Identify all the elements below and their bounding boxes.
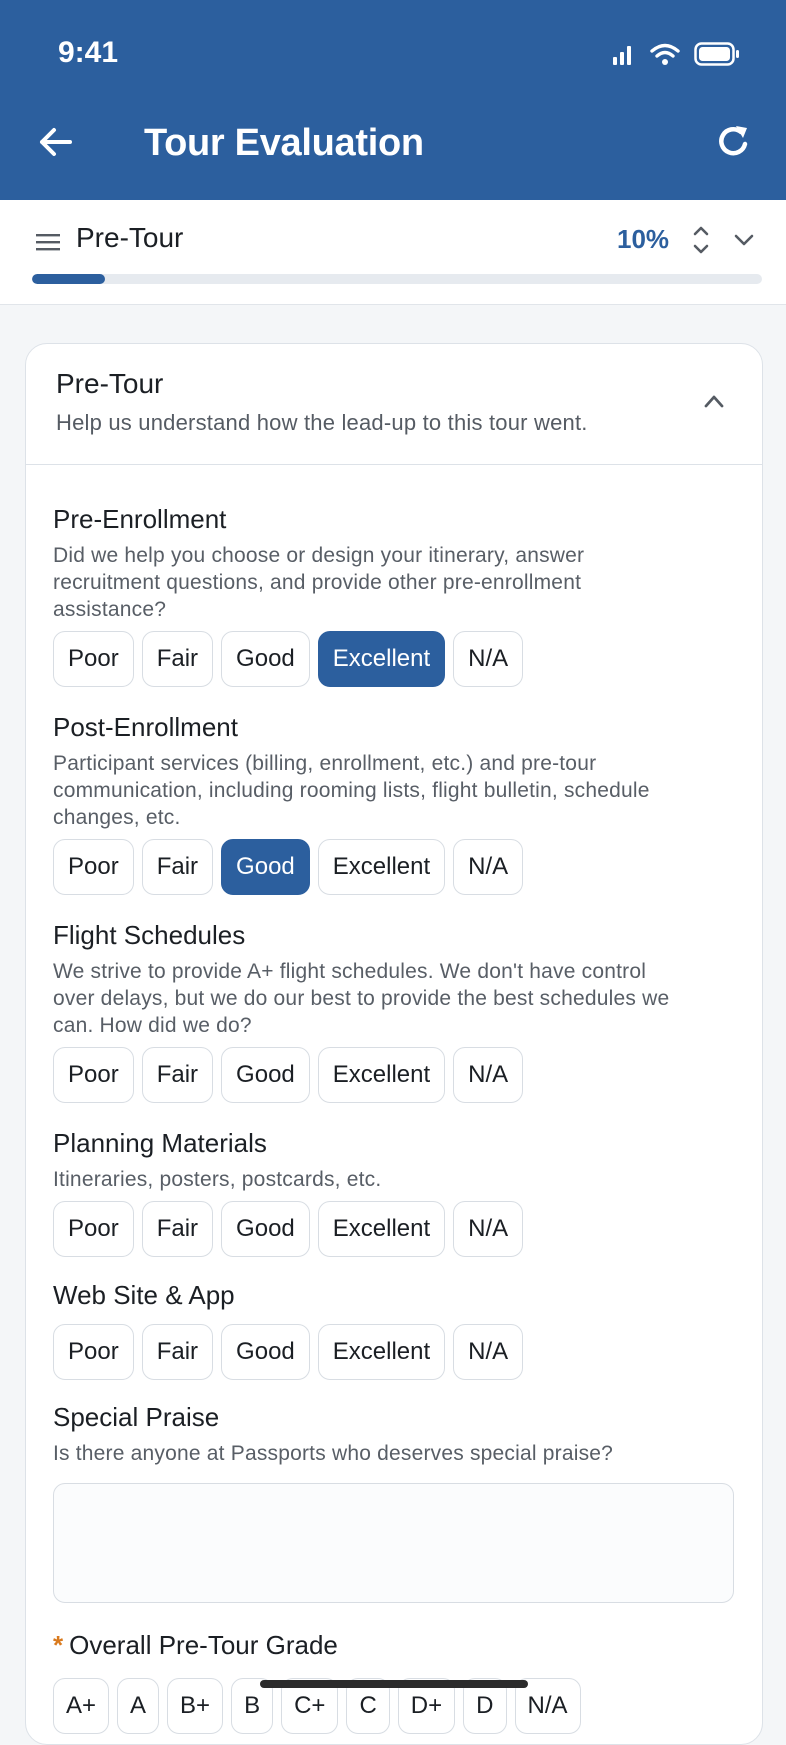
question-description: Itineraries, posters, postcards, etc.: [53, 1166, 743, 1193]
question-title: Post-Enrollment: [53, 712, 238, 742]
rating-option-good[interactable]: Good: [221, 1047, 310, 1103]
rating-options: Poor Fair Good Excellent N/A: [53, 1047, 743, 1103]
special-praise-section: Special Praise Is there anyone at Passpo…: [53, 1400, 743, 1608]
rating-option-poor[interactable]: Poor: [53, 839, 134, 895]
grade-option-aplus[interactable]: A+: [53, 1678, 110, 1734]
question-description-line: We strive to provide A+ flight schedules…: [53, 960, 647, 983]
rating-option-fair[interactable]: Fair: [141, 631, 214, 687]
progress-bar: [32, 274, 762, 284]
question-description-line: Did we help you choose or design your it…: [53, 544, 585, 567]
question-description-line: assistance?: [53, 598, 167, 621]
question-description-line: Participant services (billing, enrollmen…: [53, 752, 597, 775]
question-description: Participant services (billing, enrollmen…: [53, 750, 743, 831]
praise-title: Special Praise: [53, 1402, 220, 1432]
rating-options: Poor Fair Good Excellent N/A: [53, 1324, 743, 1380]
question-description: We strive to provide A+ flight schedules…: [53, 958, 743, 1039]
current-section-name[interactable]: Pre-Tour: [76, 222, 183, 254]
rating-option-poor[interactable]: Poor: [53, 1201, 134, 1257]
rating-option-excellent[interactable]: Excellent: [317, 839, 446, 895]
card-header[interactable]: Pre-Tour Help us understand how the lead…: [26, 344, 762, 465]
status-icons: [612, 42, 740, 66]
question-description-line: can. How did we do?: [53, 1014, 252, 1037]
rating-option-good[interactable]: Good: [221, 839, 310, 895]
menu-icon[interactable]: [34, 228, 62, 256]
card-title: Pre-Tour: [56, 368, 164, 399]
question-title: Web Site & App: [53, 1280, 235, 1310]
rating-option-excellent[interactable]: Excellent: [317, 1324, 446, 1380]
special-praise-input[interactable]: [53, 1483, 734, 1603]
pre-tour-card: Pre-Tour Help us understand how the lead…: [25, 343, 763, 1745]
back-arrow-icon[interactable]: [36, 122, 76, 162]
rating-options: Poor Fair Good Excellent N/A: [53, 839, 743, 895]
rating-options: Poor Fair Good Excellent N/A: [53, 1201, 743, 1257]
progress-percent: 10%: [617, 224, 670, 254]
praise-description: Is there anyone at Passports who deserve…: [53, 1442, 614, 1465]
rating-option-poor[interactable]: Poor: [53, 1047, 134, 1103]
rating-option-excellent[interactable]: Excellent: [317, 1201, 446, 1257]
required-marker: *: [53, 1630, 64, 1660]
rating-option-fair[interactable]: Fair: [141, 1201, 214, 1257]
rating-option-fair[interactable]: Fair: [141, 1047, 214, 1103]
rating-option-fair[interactable]: Fair: [141, 839, 214, 895]
rating-option-good[interactable]: Good: [221, 1201, 310, 1257]
question-description-line: over delays, but we do our best to provi…: [53, 987, 670, 1010]
battery-icon: [694, 42, 739, 66]
chevron-up-icon[interactable]: [700, 390, 728, 412]
question-flight-schedules: Flight Schedules We strive to provide A+…: [53, 918, 743, 1103]
grade-title: * Overall Pre-Tour Grade: [53, 1628, 743, 1662]
question-web-site-app: Web Site & App Poor Fair Good Excellent N/A: [53, 1278, 743, 1380]
wifi-icon: [650, 43, 680, 65]
question-title: Pre-Enrollment: [53, 504, 227, 534]
question-title: Planning Materials: [53, 1128, 267, 1158]
question-description: Did we help you choose or design your it…: [53, 542, 743, 623]
rating-option-na[interactable]: N/A: [453, 631, 524, 687]
rating-option-na[interactable]: N/A: [453, 1047, 524, 1103]
progress-bar-fill: [32, 274, 105, 284]
rating-option-na[interactable]: N/A: [453, 839, 524, 895]
section-navigator: Pre-Tour 10%: [0, 200, 786, 305]
rating-option-poor[interactable]: Poor: [53, 1324, 134, 1380]
question-post-enrollment: Post-Enrollment Participant services (bi…: [53, 710, 743, 895]
rating-option-excellent[interactable]: Excellent: [317, 631, 446, 687]
question-description-line: changes, etc.: [53, 806, 181, 829]
grade-option-bplus[interactable]: B+: [167, 1678, 224, 1734]
refresh-icon[interactable]: [714, 122, 754, 162]
question-title: Flight Schedules: [53, 920, 246, 950]
question-description-line: communication, including rooming lists, …: [53, 779, 650, 802]
home-indicator: [260, 1680, 528, 1688]
grade-option-a[interactable]: A: [117, 1678, 160, 1734]
rating-option-na[interactable]: N/A: [453, 1201, 524, 1257]
rating-option-good[interactable]: Good: [221, 631, 310, 687]
rating-option-good[interactable]: Good: [221, 1324, 310, 1380]
grade-title-text: Overall Pre-Tour Grade: [69, 1630, 338, 1660]
question-description-line: recruitment questions, and provide other…: [53, 571, 582, 594]
question-planning-materials: Planning Materials Itineraries, posters,…: [53, 1126, 743, 1257]
status-time: 9:41: [58, 36, 119, 69]
rating-option-fair[interactable]: Fair: [141, 1324, 214, 1380]
up-down-chevron-icon[interactable]: [686, 222, 716, 258]
question-description-line: Itineraries, posters, postcards, etc.: [53, 1168, 382, 1191]
app-header: 9:41 Tour Evaluation: [0, 0, 786, 200]
rating-option-poor[interactable]: Poor: [53, 631, 134, 687]
signal-icon: [613, 46, 631, 65]
card-subtitle: Help us understand how the lead-up to th…: [56, 410, 588, 435]
question-pre-enrollment: Pre-Enrollment Did we help you choose or…: [53, 502, 743, 687]
page-title: Tour Evaluation: [144, 122, 424, 164]
chevron-down-icon[interactable]: [730, 228, 758, 252]
rating-options: Poor Fair Good Excellent N/A: [53, 631, 743, 687]
rating-option-excellent[interactable]: Excellent: [317, 1047, 446, 1103]
rating-option-na[interactable]: N/A: [453, 1324, 524, 1380]
